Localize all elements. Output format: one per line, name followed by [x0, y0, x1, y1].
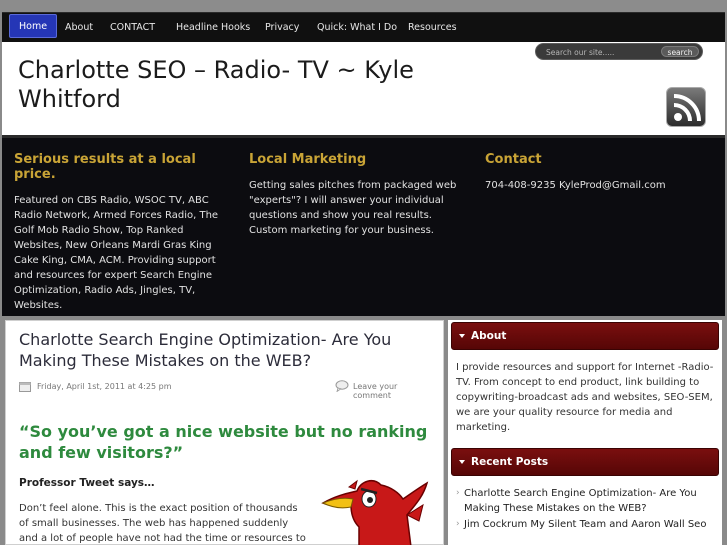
sidebar: About I provide resources and support fo… [448, 320, 722, 545]
chevron-right-icon: › [456, 488, 460, 498]
featured-column-local-marketing: Local Marketing Getting sales pitches fr… [249, 152, 464, 238]
about-text: I provide resources and support for Inte… [456, 362, 714, 433]
main-nav: Home About CONTACT Headline Hooks Privac… [2, 12, 725, 42]
recent-posts-widget-header[interactable]: Recent Posts [451, 448, 719, 476]
post-meta: Friday, April 1st, 2011 at 4:25 pm Leave… [19, 379, 437, 400]
comment-icon [335, 380, 349, 392]
main-content: Charlotte Search Engine Optimization- Ar… [5, 320, 444, 545]
recent-post-title: Jim Cockrum My Silent Team and Aaron Wal… [464, 519, 707, 530]
caret-down-icon [459, 460, 465, 464]
site-title[interactable]: Charlotte SEO – Radio- TV ~ Kyle Whitfor… [18, 56, 498, 114]
page-edge [722, 320, 727, 545]
site-header: Charlotte SEO – Radio- TV ~ Kyle Whitfor… [2, 42, 725, 135]
featured-text: Getting sales pitches from packaged web … [249, 180, 457, 236]
recent-post-link[interactable]: › Jim Cockrum My Silent Team and Aaron W… [456, 517, 718, 532]
search-form: search [535, 43, 703, 60]
post-subheading: Professor Tweet says… [19, 477, 155, 489]
post-title[interactable]: Charlotte Search Engine Optimization- Ar… [19, 329, 441, 371]
featured-text: 704-408-9235 KyleProd@Gmail.com [485, 180, 666, 191]
recent-posts-list: › Charlotte Search Engine Optimization- … [456, 486, 718, 533]
post-date: Friday, April 1st, 2011 at 4:25 pm [37, 382, 172, 391]
recent-post-link[interactable]: › Charlotte Search Engine Optimization- … [456, 486, 718, 516]
search-input[interactable] [546, 46, 656, 58]
nav-headline-hooks[interactable]: Headline Hooks [176, 13, 250, 43]
recent-post-title: Charlotte Search Engine Optimization- Ar… [464, 488, 697, 514]
chevron-right-icon: › [456, 519, 460, 529]
caret-down-icon [459, 334, 465, 338]
nav-resources[interactable]: Resources [408, 13, 457, 43]
featured-column-results: Serious results at a local price. Featur… [14, 152, 229, 313]
featured-heading: Serious results at a local price. [14, 152, 196, 182]
top-strip [0, 0, 727, 12]
widget-title: Recent Posts [471, 456, 549, 468]
featured-text: Featured on CBS Radio, WSOC TV, ABC Radi… [14, 195, 219, 311]
featured-column-contact: Contact 704-408-9235 KyleProd@Gmail.com [485, 152, 700, 193]
leave-comment-link[interactable]: Leave your comment [353, 382, 437, 400]
calendar-icon [19, 382, 31, 392]
nav-about[interactable]: About [65, 13, 93, 43]
nav-quick-what-i-do[interactable]: Quick: What I Do [317, 13, 397, 43]
featured-heading: Local Marketing [249, 152, 367, 167]
search-button[interactable]: search [661, 46, 699, 57]
nav-home[interactable]: Home [9, 14, 58, 38]
featured-heading: Contact [485, 152, 542, 167]
rss-feed-icon[interactable] [666, 87, 706, 127]
nav-contact[interactable]: CONTACT [110, 13, 155, 43]
cardinal-mascot-image [311, 475, 431, 545]
nav-privacy[interactable]: Privacy [265, 13, 299, 43]
about-widget-header[interactable]: About [451, 322, 719, 350]
post-body: Don’t feel alone. This is the exact posi… [19, 503, 306, 544]
widget-title: About [471, 330, 507, 342]
post-heading: “So you’ve got a nice website but no ran… [19, 422, 428, 462]
featured-band: Serious results at a local price. Featur… [2, 138, 725, 316]
